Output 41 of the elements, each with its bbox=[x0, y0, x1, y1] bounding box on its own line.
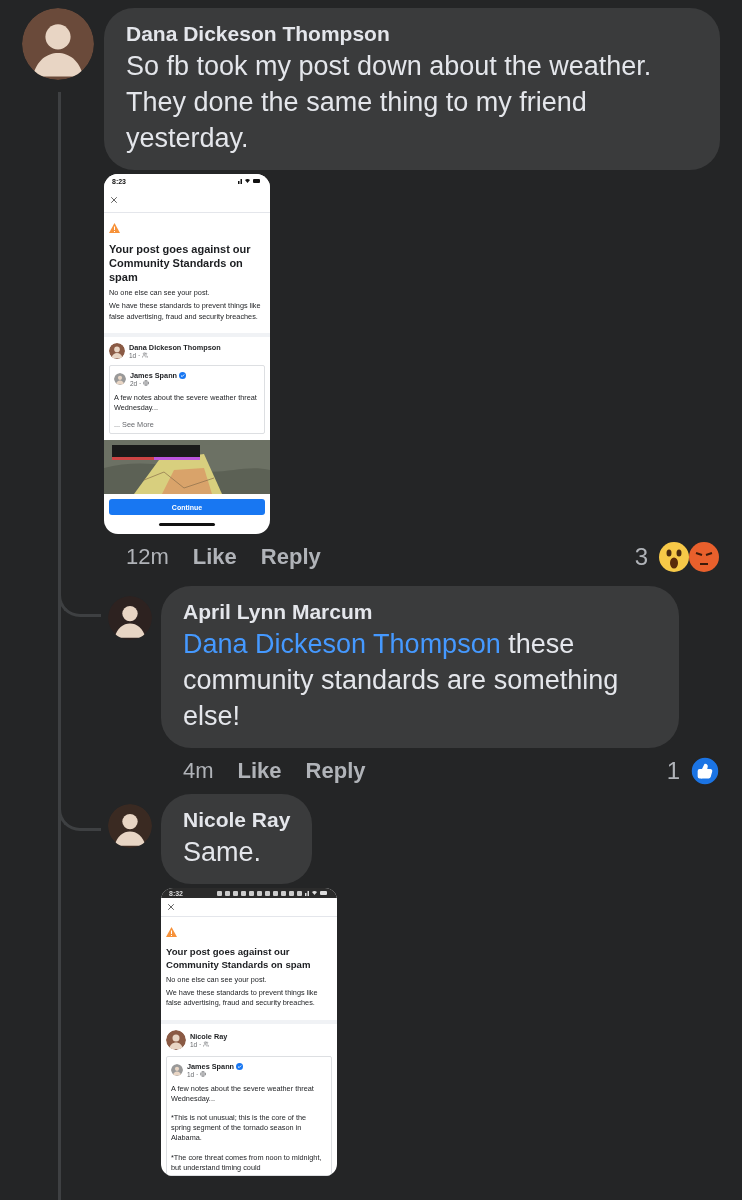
comment-text: Same. bbox=[183, 836, 263, 869]
reaction-count[interactable]: 3 bbox=[634, 543, 648, 571]
battery-icon bbox=[253, 179, 260, 183]
warning-icon bbox=[109, 223, 120, 233]
signal-icon bbox=[238, 178, 242, 184]
wifi-icon bbox=[312, 891, 317, 896]
close-icon[interactable] bbox=[166, 902, 176, 913]
comment-text: Dana Dickeson Thompson these community standards are something else! bbox=[183, 628, 620, 733]
reaction-count[interactable]: 1 bbox=[666, 757, 680, 785]
warning-icon bbox=[166, 927, 177, 938]
friends-icon bbox=[142, 352, 149, 359]
comment-text: So fb took my post down about the weather. They done the same thing to my friend yesterday. bbox=[126, 50, 653, 155]
avatar[interactable] bbox=[22, 8, 94, 80]
like-reaction-icon[interactable] bbox=[690, 756, 720, 786]
friends-icon bbox=[203, 1041, 210, 1048]
wow-reaction-icon[interactable] bbox=[658, 541, 690, 573]
signal-icon bbox=[305, 890, 309, 896]
avatar[interactable] bbox=[108, 804, 152, 848]
like-link[interactable]: Like bbox=[192, 544, 237, 570]
avatar[interactable] bbox=[109, 342, 125, 359]
post-screenshot[interactable] bbox=[161, 888, 337, 1176]
wifi-icon bbox=[245, 179, 250, 183]
notice-heading: Your post goes against our Community Standards on spam bbox=[109, 242, 252, 285]
angry-reaction-icon[interactable] bbox=[688, 541, 720, 573]
reply-link[interactable]: Reply bbox=[260, 544, 321, 570]
post-screenshot[interactable] bbox=[104, 174, 270, 534]
mention-link[interactable]: Dana Dickeson Thompson bbox=[183, 629, 501, 659]
globe-icon bbox=[143, 380, 150, 387]
close-icon[interactable] bbox=[109, 195, 119, 205]
commenter-name[interactable]: Dana Dickeson Thompson bbox=[126, 20, 698, 48]
comment-time: 4m bbox=[183, 758, 214, 784]
reply-link[interactable]: Reply bbox=[305, 758, 366, 784]
commenter-name[interactable]: April Lynn Marcum bbox=[183, 598, 657, 626]
globe-icon bbox=[200, 1071, 207, 1078]
avatar[interactable] bbox=[108, 596, 152, 640]
avatar[interactable] bbox=[166, 1029, 186, 1050]
notice-heading: Your post goes against our Community Standards on spam bbox=[166, 946, 312, 971]
commenter-name[interactable]: Nicole Ray bbox=[183, 806, 291, 834]
battery-icon bbox=[320, 891, 327, 896]
like-link[interactable]: Like bbox=[237, 758, 282, 784]
comment-time: 12m bbox=[126, 544, 169, 570]
